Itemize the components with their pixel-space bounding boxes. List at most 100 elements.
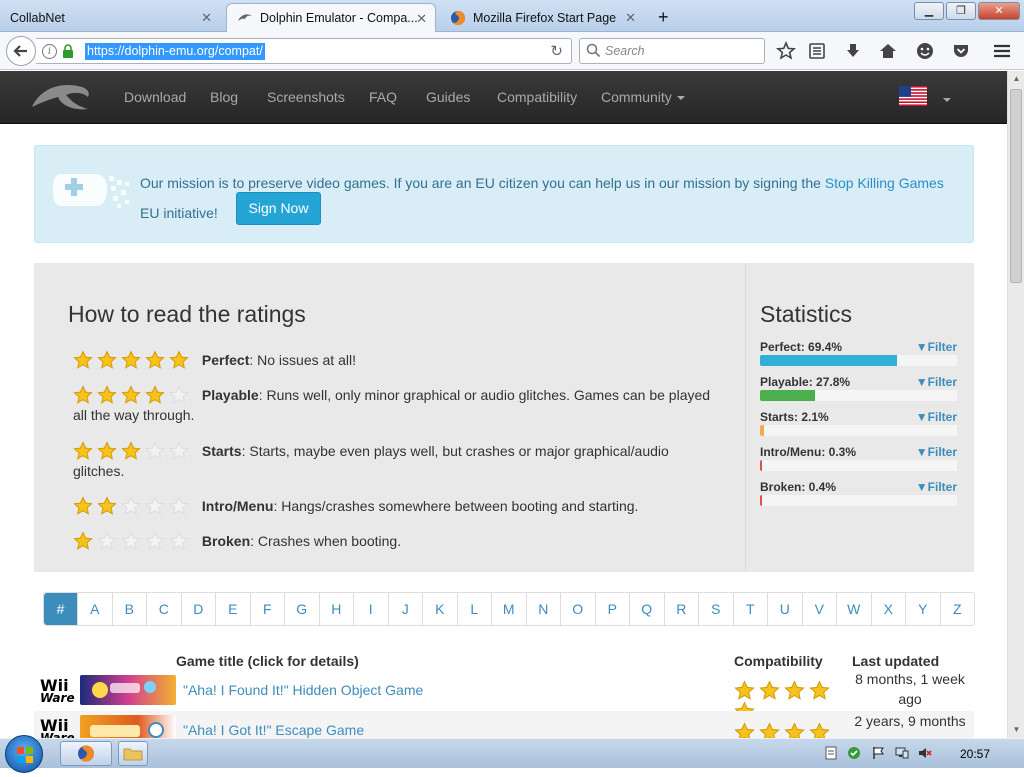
page-scrollbar[interactable]: ▲ ▼ bbox=[1007, 71, 1024, 738]
letter-k[interactable]: K bbox=[422, 593, 457, 625]
new-tab-button[interactable]: + bbox=[648, 3, 678, 32]
filter-link[interactable]: ▼Filter bbox=[916, 445, 957, 459]
letter-hash[interactable]: # bbox=[44, 593, 77, 625]
filter-link[interactable]: ▼Filter bbox=[916, 480, 957, 494]
filter-link[interactable]: ▼Filter bbox=[916, 340, 957, 354]
letter-g[interactable]: G bbox=[284, 593, 319, 625]
clock[interactable]: 20:57 bbox=[960, 747, 990, 761]
nav-guides[interactable]: Guides bbox=[426, 89, 470, 105]
reload-icon[interactable]: ↻ bbox=[550, 42, 563, 60]
filter-label: Filter bbox=[927, 375, 957, 389]
menu-icon[interactable] bbox=[992, 41, 1012, 61]
stat-bar bbox=[760, 390, 957, 401]
letter-m[interactable]: M bbox=[491, 593, 526, 625]
stat-bar-fill bbox=[760, 390, 815, 401]
letter-u[interactable]: U bbox=[767, 593, 802, 625]
letter-q[interactable]: Q bbox=[629, 593, 664, 625]
letter-z[interactable]: Z bbox=[939, 593, 975, 625]
letter-j[interactable]: J bbox=[387, 593, 423, 625]
letter-l[interactable]: L bbox=[456, 593, 492, 625]
stat-playable: Playable: 27.8% ▼Filter bbox=[760, 375, 957, 401]
letter-t[interactable]: T bbox=[732, 593, 768, 625]
nav-blog[interactable]: Blog bbox=[210, 89, 238, 105]
wiiware-icon: Wii Ware bbox=[40, 718, 75, 739]
minimize-icon[interactable]: ▁ bbox=[914, 2, 944, 20]
close-tab-icon[interactable]: ✕ bbox=[416, 11, 427, 27]
nav-community[interactable]: Community bbox=[601, 89, 685, 105]
flag-tray-icon[interactable] bbox=[871, 746, 885, 760]
url-text[interactable]: https://dolphin-emu.org/compat/ bbox=[85, 43, 265, 60]
stop-killing-games-link[interactable]: Stop Killing Games bbox=[825, 175, 944, 191]
close-tab-icon[interactable]: ✕ bbox=[201, 10, 212, 26]
letter-s[interactable]: S bbox=[698, 593, 733, 625]
navigation-toolbar: i https://dolphin-emu.org/compat/ ↻ Sear… bbox=[0, 32, 1024, 70]
letter-a[interactable]: A bbox=[77, 593, 112, 625]
game-thumbnail[interactable] bbox=[80, 715, 176, 738]
search-input[interactable]: Search bbox=[579, 38, 765, 64]
back-button[interactable] bbox=[6, 36, 36, 66]
letter-i[interactable]: I bbox=[353, 593, 388, 625]
network-tray-icon[interactable] bbox=[895, 746, 909, 760]
nav-faq[interactable]: FAQ bbox=[369, 89, 397, 105]
restore-icon[interactable]: ❐ bbox=[946, 2, 976, 20]
taskbar-firefox[interactable] bbox=[60, 741, 112, 766]
tab-dolphin[interactable]: Dolphin Emulator - Compa... ✕ bbox=[226, 3, 436, 32]
letter-f[interactable]: F bbox=[249, 593, 285, 625]
star-icon[interactable] bbox=[776, 41, 796, 61]
tab-firefox-start[interactable]: Mozilla Firefox Start Page ✕ bbox=[440, 3, 648, 32]
stat-bar-fill bbox=[760, 425, 765, 436]
three-star-icon bbox=[73, 441, 198, 461]
letter-o[interactable]: O bbox=[560, 593, 595, 625]
us-flag-icon[interactable] bbox=[899, 86, 927, 106]
scroll-thumb[interactable] bbox=[1010, 89, 1022, 283]
download-icon[interactable] bbox=[843, 41, 863, 61]
url-bar[interactable]: i https://dolphin-emu.org/compat/ ↻ bbox=[36, 38, 572, 64]
letter-x[interactable]: X bbox=[870, 593, 906, 625]
mission-banner: Our mission is to preserve video games. … bbox=[34, 145, 974, 243]
letter-d[interactable]: D bbox=[180, 593, 216, 625]
smiley-icon[interactable] bbox=[915, 41, 935, 61]
one-star-icon bbox=[73, 531, 198, 551]
letter-n[interactable]: N bbox=[525, 593, 561, 625]
caret-down-icon bbox=[676, 96, 685, 101]
letter-y[interactable]: Y bbox=[905, 593, 940, 625]
filter-link[interactable]: ▼Filter bbox=[916, 375, 957, 389]
letter-e[interactable]: E bbox=[215, 593, 250, 625]
pocket-icon[interactable] bbox=[951, 41, 971, 61]
letter-w[interactable]: W bbox=[836, 593, 871, 625]
nav-download[interactable]: Download bbox=[124, 89, 186, 105]
info-icon[interactable]: i bbox=[42, 44, 57, 59]
ratings-panel: How to read the ratings Perfect: No issu… bbox=[34, 263, 974, 572]
language-caret-icon[interactable] bbox=[943, 98, 951, 102]
reading-list-icon[interactable] bbox=[807, 41, 827, 61]
close-window-icon[interactable]: ✕ bbox=[978, 2, 1020, 20]
letter-h[interactable]: H bbox=[318, 593, 354, 625]
close-tab-icon[interactable]: ✕ bbox=[625, 10, 636, 26]
letter-c[interactable]: C bbox=[146, 593, 181, 625]
game-title-link[interactable]: "Aha! I Got It!" Escape Game bbox=[183, 722, 364, 738]
letter-b[interactable]: B bbox=[111, 593, 147, 625]
start-button[interactable] bbox=[5, 735, 43, 773]
letter-p[interactable]: P bbox=[594, 593, 630, 625]
security-tray-icon[interactable] bbox=[847, 746, 861, 760]
game-title-link[interactable]: "Aha! I Found It!" Hidden Object Game bbox=[183, 682, 423, 698]
document-tray-icon[interactable] bbox=[824, 746, 838, 760]
dolphin-logo-icon[interactable] bbox=[30, 79, 92, 113]
filter-label: Filter bbox=[927, 480, 957, 494]
scroll-down-icon[interactable]: ▼ bbox=[1008, 722, 1024, 738]
sign-now-button[interactable]: Sign Now bbox=[236, 192, 321, 225]
nav-compatibility[interactable]: Compatibility bbox=[497, 89, 577, 105]
stat-perfect: Perfect: 69.4% ▼Filter bbox=[760, 340, 957, 366]
taskbar-explorer[interactable] bbox=[118, 741, 148, 766]
stat-bar-fill bbox=[760, 495, 763, 506]
tab-collabnet[interactable]: CollabNet ✕ bbox=[0, 3, 222, 32]
home-icon[interactable] bbox=[878, 41, 898, 61]
scroll-up-icon[interactable]: ▲ bbox=[1008, 71, 1024, 87]
lock-icon[interactable] bbox=[62, 44, 74, 58]
volume-muted-icon[interactable] bbox=[918, 746, 932, 760]
letter-r[interactable]: R bbox=[663, 593, 699, 625]
letter-v[interactable]: V bbox=[801, 593, 837, 625]
filter-link[interactable]: ▼Filter bbox=[916, 410, 957, 424]
nav-screenshots[interactable]: Screenshots bbox=[267, 89, 345, 105]
game-thumbnail[interactable] bbox=[80, 675, 176, 705]
